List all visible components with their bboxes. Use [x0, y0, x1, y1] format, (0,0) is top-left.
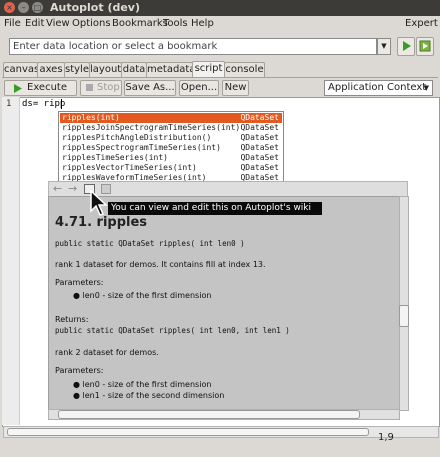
data-location-input[interactable]: Enter data location or select a bookmark — [9, 38, 377, 55]
help-description: rank 2 dataset for demos. — [55, 348, 159, 357]
execute-label: Execute — [27, 82, 67, 93]
address-dropdown-button[interactable]: ▼ — [377, 38, 391, 55]
tab-console[interactable]: console — [224, 62, 265, 77]
cursor-position: 1,9 — [378, 432, 394, 443]
line-number-gutter — [2, 97, 20, 425]
menu-tools[interactable]: Tools — [163, 18, 188, 29]
open-button[interactable]: Open... — [179, 80, 219, 96]
play-icon — [403, 41, 411, 51]
help-heading: 4.71. ripples — [55, 215, 148, 230]
help-signature: public static QDataSet ripples( int len0… — [55, 326, 290, 335]
wiki-tooltip: You can view and edit this on Autoplot's… — [108, 202, 322, 215]
completion-item[interactable]: ripplesJoinSpectrogramTimeSeries(int) QDa… — [60, 123, 282, 133]
tab-script[interactable]: script — [192, 61, 225, 78]
menu-expert[interactable]: Expert — [405, 18, 438, 29]
tab-metadata[interactable]: metadata — [146, 62, 195, 77]
play-icon — [14, 84, 22, 93]
help-vertical-scroll-thumb[interactable] — [399, 305, 409, 327]
tab-data[interactable]: data — [121, 62, 147, 77]
help-parameters-label: Parameters: — [55, 366, 104, 375]
completion-item[interactable]: ripplesVectorTimeSeries(int) QDataSet — [60, 163, 282, 173]
address-placeholder: Enter data location or select a bookmark — [13, 41, 218, 52]
menu-help[interactable]: Help — [191, 18, 214, 29]
help-signature: public static QDataSet ripples( int len0… — [55, 239, 245, 248]
tab-layout[interactable]: layout — [89, 62, 122, 77]
editor-horizontal-scroll-thumb[interactable] — [7, 428, 369, 436]
context-select-value: Application Context — [328, 82, 427, 93]
execute-button[interactable]: Execute — [4, 80, 77, 96]
window-title: Autoplot (dev) — [50, 1, 141, 14]
menu-options[interactable]: Options — [72, 18, 111, 29]
minimize-icon[interactable]: – — [18, 2, 29, 13]
context-select[interactable]: Application Context ▼ — [324, 80, 433, 96]
tab-style[interactable]: style — [64, 62, 90, 77]
new-button[interactable]: New — [222, 80, 249, 96]
save-as-button[interactable]: Save As... — [124, 80, 176, 96]
tab-axes[interactable]: axes — [37, 62, 65, 77]
completion-item[interactable]: ripples(int) QDataSet — [60, 113, 282, 123]
stop-label: Stop — [97, 82, 120, 93]
tab-canvas[interactable]: canvas — [3, 62, 39, 77]
menu-view[interactable]: View — [46, 18, 70, 29]
completion-item[interactable]: ripplesTimeSeries(int) QDataSet — [60, 153, 282, 163]
code-line[interactable]: ds= ripp — [22, 99, 65, 109]
help-param-item: ● len0 - size of the first dimension — [73, 380, 212, 389]
chevron-down-icon: ▼ — [423, 84, 429, 92]
mouse-cursor-icon — [90, 190, 108, 216]
line-number: 1 — [6, 99, 12, 109]
help-parameters-label: Parameters: — [55, 278, 104, 287]
help-vertical-scrollbar[interactable] — [399, 196, 409, 411]
go-button[interactable] — [397, 37, 415, 56]
stop-button[interactable]: Stop — [80, 80, 122, 96]
bookmark-button[interactable] — [416, 37, 434, 56]
forward-arrow-icon[interactable]: → — [68, 182, 77, 195]
help-description: rank 1 dataset for demos. It contains fi… — [55, 260, 266, 269]
window-titlebar: × – □ Autoplot (dev) — [0, 0, 440, 16]
menu-edit[interactable]: Edit — [25, 18, 44, 29]
close-icon[interactable]: × — [4, 2, 15, 13]
back-arrow-icon[interactable]: ← — [53, 182, 62, 195]
completion-item[interactable]: ripplesSpectrogramTimeSeries(int) QDataSe… — [60, 143, 282, 153]
bookmark-icon — [419, 40, 431, 52]
help-returns-label: Returns: — [55, 315, 89, 324]
completion-item[interactable]: ripplesPitchAngleDistribution() QDataSet — [60, 133, 282, 143]
help-panel: 4.71. ripples public static QDataSet rip… — [48, 196, 400, 411]
chevron-down-icon: ▼ — [381, 42, 387, 50]
help-param-item: ● len1 - size of the second dimension — [73, 391, 225, 400]
maximize-icon[interactable]: □ — [32, 2, 43, 13]
status-bar — [0, 440, 440, 457]
tab-divider — [2, 77, 438, 78]
menu-bookmarks[interactable]: Bookmarks — [112, 18, 168, 29]
completion-popup: ripples(int) QDataSet ripplesJoinSpectrog… — [58, 111, 284, 183]
help-horizontal-scroll-thumb[interactable] — [58, 410, 360, 419]
menubar: File Edit View Options Bookmarks Tools H… — [0, 16, 440, 32]
text-caret — [61, 99, 62, 109]
stop-icon — [86, 84, 93, 91]
menu-file[interactable]: File — [4, 18, 21, 29]
help-param-item: ● len0 - size of the first dimension — [73, 291, 212, 300]
